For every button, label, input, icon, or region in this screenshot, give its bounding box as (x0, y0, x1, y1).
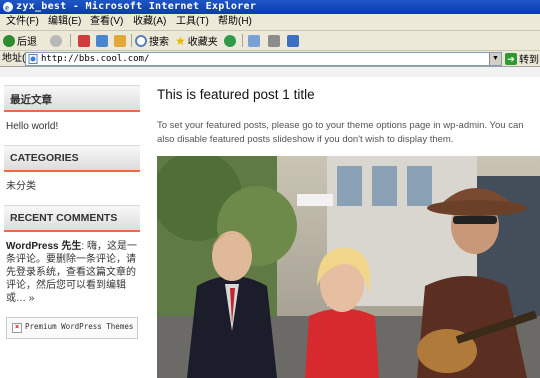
categories-header: CATEGORIES (4, 145, 140, 172)
menu-file[interactable]: 文件(F) (6, 14, 39, 30)
edit-icon (287, 34, 299, 47)
edit-button[interactable] (287, 33, 299, 48)
recent-posts-title: 最近文章 (10, 94, 52, 106)
header-strip (0, 67, 540, 77)
window-titlebar: e zyx_best - Microsoft Internet Explorer (0, 0, 540, 14)
stop-button[interactable] (78, 33, 90, 48)
post-title[interactable]: This is featured post 1 title (157, 87, 540, 102)
recent-comment: WordPress 先生: 嗨，这是一条评论。要删除一条评论，请先登录系统，查看… (6, 240, 140, 305)
go-button[interactable]: ➔ 转到 (505, 52, 539, 66)
comment-author[interactable]: WordPress 先生 (6, 241, 81, 252)
recent-comments-title: RECENT COMMENTS (10, 212, 118, 224)
menu-view[interactable]: 查看(V) (90, 14, 123, 30)
svg-text:e: e (5, 3, 9, 13)
toolbar-separator (70, 34, 71, 47)
print-button[interactable] (268, 33, 280, 48)
featured-post-image[interactable] (157, 156, 540, 378)
search-label: 搜索 (149, 37, 169, 48)
menu-edit[interactable]: 编辑(E) (48, 14, 81, 30)
menu-tools[interactable]: 工具(T) (176, 14, 209, 30)
search-icon (135, 34, 147, 47)
back-button[interactable]: 后退 (3, 33, 37, 48)
menu-favorites[interactable]: 收藏(A) (133, 14, 166, 30)
window-title: zyx_best - Microsoft Internet Explorer (16, 1, 257, 12)
forward-button[interactable] (50, 33, 62, 48)
toolbar-separator (131, 34, 132, 47)
go-label: 转到 (519, 55, 539, 66)
refresh-icon (96, 34, 108, 47)
mail-icon (248, 34, 260, 47)
chevron-down-icon[interactable]: ▼ (489, 53, 501, 65)
sidebar: 最近文章 Hello world! CATEGORIES 未分类 RECENT … (4, 85, 140, 339)
premium-themes-badge[interactable]: × Premium WordPress Themes (6, 317, 138, 339)
menu-help[interactable]: 帮助(H) (218, 14, 252, 30)
toolbar: 后退 搜索 ★ 收藏夹 (0, 31, 540, 51)
menu-bar: 文件(F) 编辑(E) 查看(V) 收藏(A) 工具(T) 帮助(H) (0, 14, 540, 31)
home-button[interactable] (114, 33, 126, 48)
forward-arrow-icon (50, 34, 62, 47)
print-icon (268, 34, 280, 47)
page-content: 最近文章 Hello world! CATEGORIES 未分类 RECENT … (0, 67, 540, 378)
ie-logo-icon: e (3, 2, 13, 13)
toolbar-separator (242, 34, 243, 47)
favorites-label: 收藏夹 (187, 37, 218, 48)
mail-button[interactable] (248, 33, 260, 48)
comment-more-link[interactable]: » (29, 293, 35, 304)
address-bar: 地址(D) http://bbs.cool.com/ ▼ ➔ 转到 (0, 51, 540, 67)
categories-title: CATEGORIES (10, 152, 79, 164)
media-button[interactable] (224, 33, 236, 48)
recent-posts-header: 最近文章 (4, 85, 140, 112)
stop-icon (78, 34, 90, 47)
badge-alt-text: Premium WordPress Themes (25, 322, 134, 331)
back-label: 后退 (17, 37, 37, 48)
back-arrow-icon (3, 34, 15, 47)
recent-post-link[interactable]: Hello world! (6, 120, 140, 133)
star-icon: ★ (175, 33, 186, 48)
go-arrow-icon: ➔ (505, 52, 517, 65)
home-icon (114, 34, 126, 47)
refresh-button[interactable] (96, 33, 108, 48)
recent-comments-header: RECENT COMMENTS (4, 205, 140, 232)
address-url: http://bbs.cool.com/ (41, 54, 150, 64)
media-icon (224, 34, 236, 47)
search-button[interactable]: 搜索 (135, 33, 169, 48)
category-link[interactable]: 未分类 (6, 180, 140, 193)
broken-image-icon: × (12, 323, 22, 333)
address-input[interactable]: http://bbs.cool.com/ ▼ (25, 52, 502, 66)
post-body: To set your featured posts, please go to… (157, 120, 524, 145)
page-icon (28, 54, 38, 64)
favorites-button[interactable]: ★ 收藏夹 (175, 33, 218, 49)
featured-post: This is featured post 1 title To set you… (157, 87, 540, 147)
